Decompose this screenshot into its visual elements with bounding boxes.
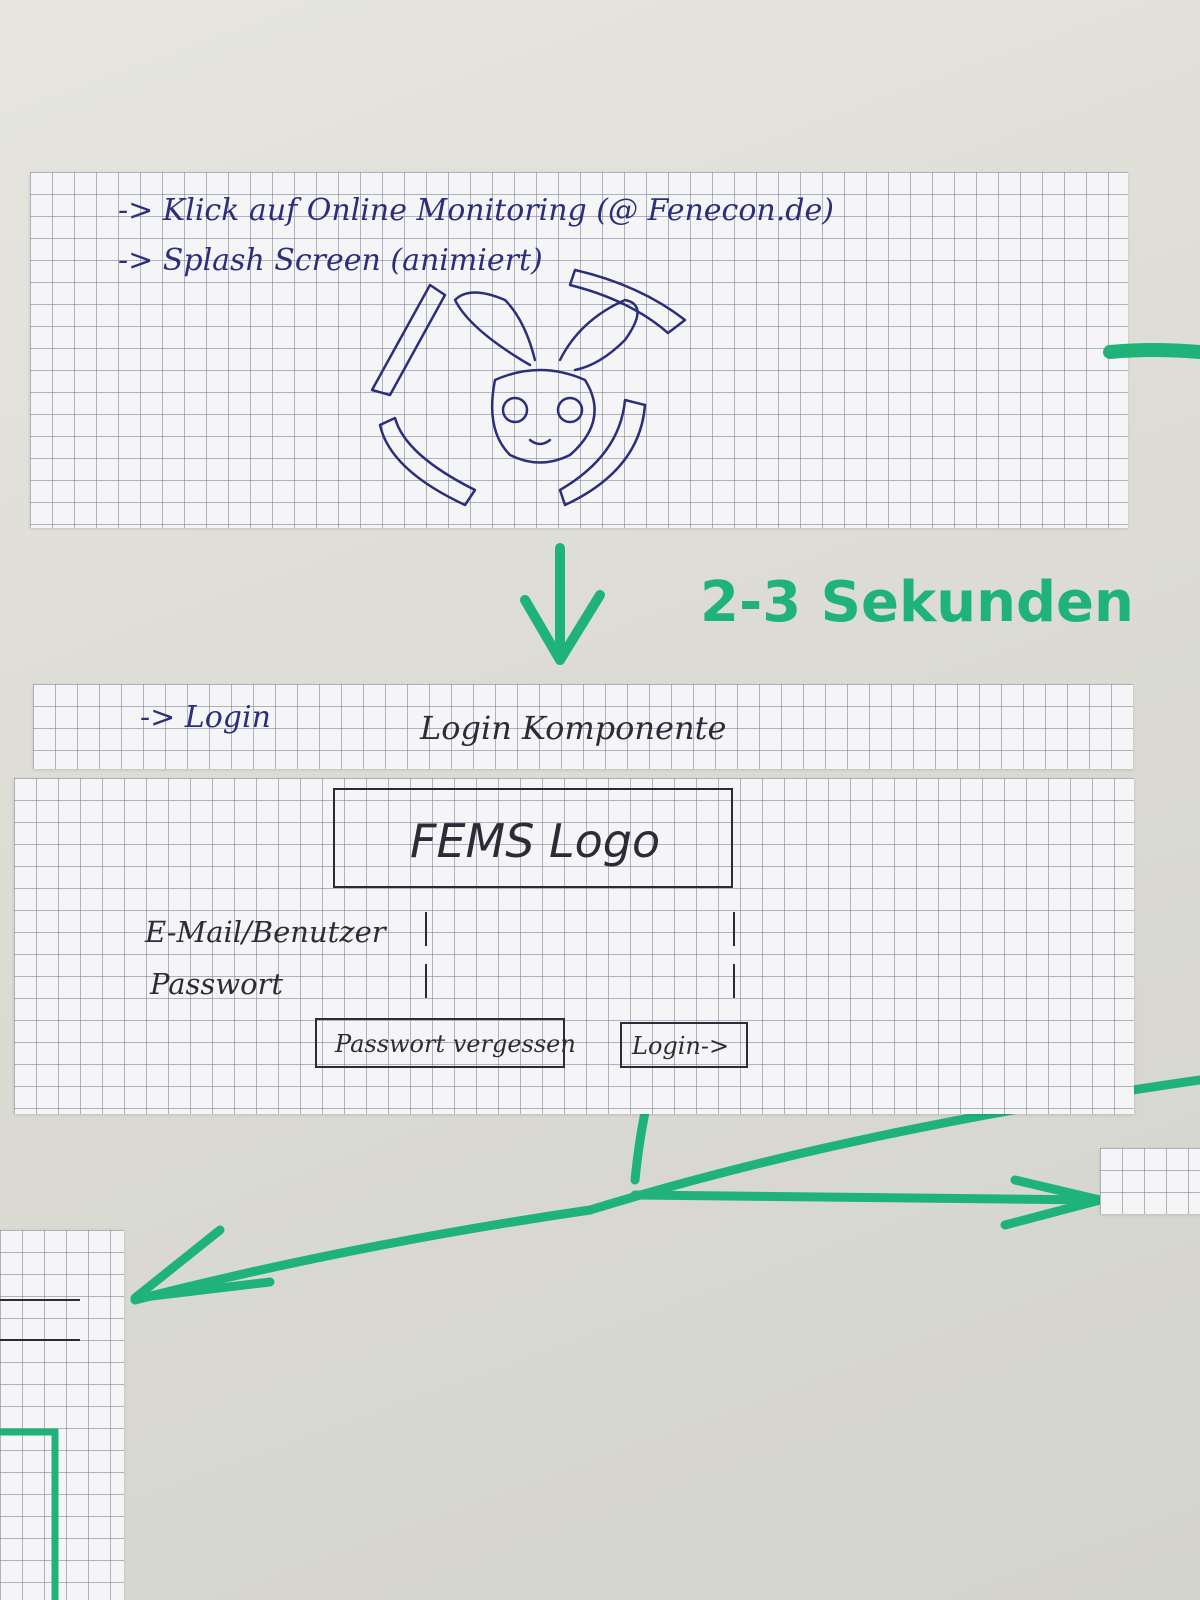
- left-sheet-details: [0, 1299, 80, 1600]
